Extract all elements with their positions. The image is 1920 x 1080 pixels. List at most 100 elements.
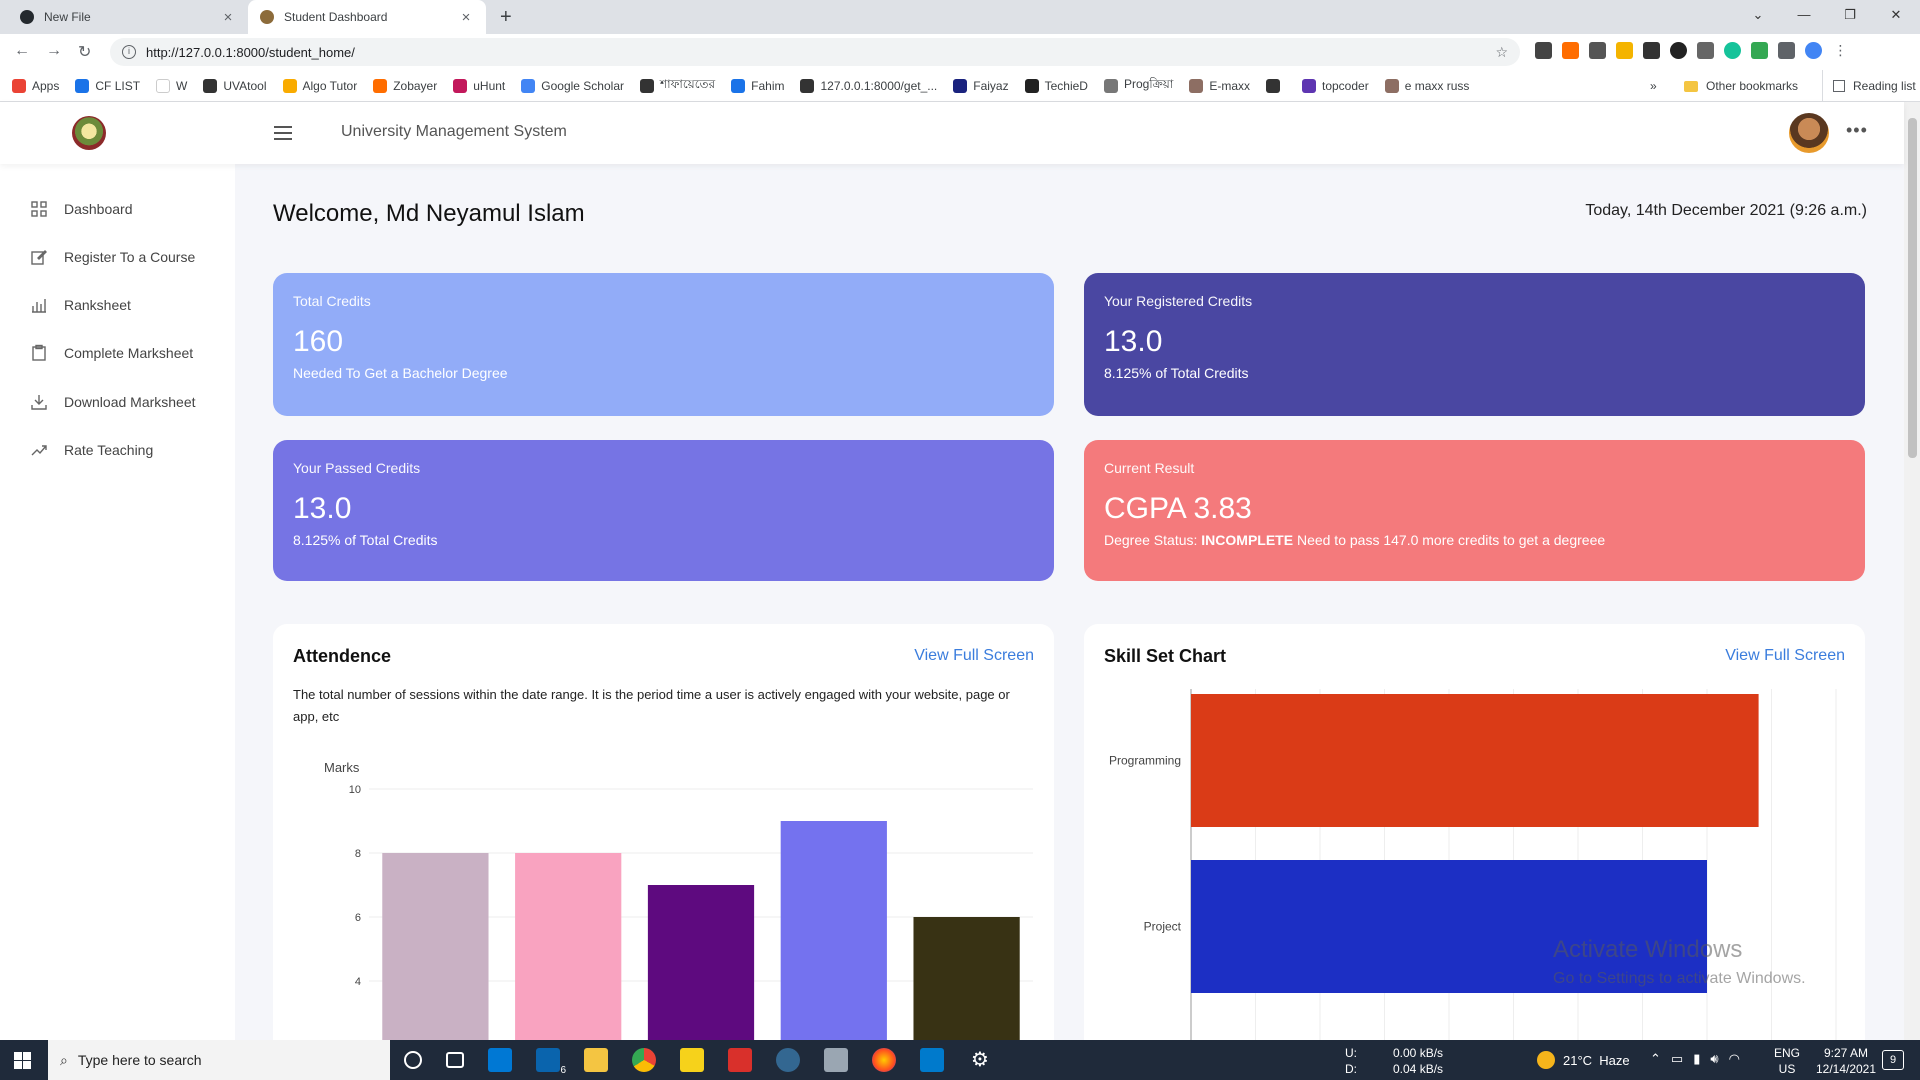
university-logo[interactable] bbox=[72, 116, 106, 150]
bookmark-item[interactable]: Google Scholar bbox=[521, 78, 624, 93]
bookmark-label[interactable]: UVAtool bbox=[223, 79, 266, 93]
bookmark-item[interactable]: Zobayer bbox=[373, 78, 437, 93]
clock-date[interactable]: 12/14/2021 bbox=[1810, 1061, 1882, 1077]
file-explorer-icon[interactable] bbox=[584, 1048, 608, 1072]
sidebar-item-download-marksheet[interactable]: Download Marksheet bbox=[30, 393, 196, 411]
window-close-button[interactable]: ✕ bbox=[1873, 0, 1919, 30]
notification-center-icon[interactable]: 9 bbox=[1882, 1050, 1904, 1070]
back-button[interactable]: ← bbox=[14, 42, 30, 60]
bookmark-item[interactable]: Algo Tutor bbox=[282, 78, 358, 93]
forward-button[interactable]: → bbox=[46, 42, 62, 60]
search-placeholder[interactable]: Type here to search bbox=[78, 1052, 202, 1068]
potplayer-icon[interactable] bbox=[680, 1048, 704, 1072]
bookmark-label[interactable]: W bbox=[176, 79, 187, 93]
extension-icon[interactable] bbox=[1697, 42, 1714, 59]
extension-icon[interactable] bbox=[1751, 42, 1768, 59]
bookmark-label[interactable]: শাফায়েতের bbox=[660, 76, 715, 96]
weather-widget[interactable]: 21°C Haze bbox=[1537, 1051, 1630, 1069]
chevron-up-icon[interactable]: ⌃ bbox=[1650, 1051, 1661, 1067]
task-view-icon[interactable] bbox=[446, 1052, 464, 1068]
network-icon[interactable]: ▭ bbox=[1671, 1051, 1683, 1067]
bookmark-label[interactable]: Zobayer bbox=[393, 79, 437, 93]
address-bar[interactable]: i http://127.0.0.1:8000/student_home/ ☆ bbox=[110, 38, 1520, 66]
weather-text[interactable]: 21°C Haze bbox=[1563, 1053, 1630, 1068]
bookmark-item[interactable]: W bbox=[156, 78, 187, 93]
other-bookmarks[interactable]: Other bookmarks bbox=[1684, 70, 1798, 102]
bookmark-item[interactable]: topcoder bbox=[1302, 78, 1369, 93]
mail-icon[interactable]: 6 bbox=[536, 1048, 566, 1076]
battery-icon[interactable]: ▮ bbox=[1693, 1051, 1700, 1067]
page-scrollbar[interactable] bbox=[1904, 102, 1920, 1040]
close-icon[interactable]: × bbox=[220, 9, 236, 26]
app-icon[interactable] bbox=[824, 1048, 848, 1072]
clock-time[interactable]: 9:27 AM bbox=[1810, 1045, 1882, 1061]
bookmark-item[interactable]: uHunt bbox=[453, 78, 505, 93]
wifi-icon[interactable]: ◠ bbox=[1729, 1051, 1740, 1067]
restore-button[interactable]: ❐ bbox=[1827, 0, 1873, 30]
other-bookmarks-label[interactable]: Other bookmarks bbox=[1706, 79, 1798, 93]
bookmark-label[interactable]: 127.0.0.1:8000/get_... bbox=[820, 79, 937, 93]
bookmark-label[interactable]: CF LIST bbox=[95, 79, 140, 93]
reload-button[interactable]: ↻ bbox=[78, 42, 91, 62]
sidebar-item-label[interactable]: Ranksheet bbox=[64, 297, 131, 313]
settings-gear-icon[interactable]: ⚙ bbox=[968, 1048, 992, 1072]
bookmark-item[interactable]: TechieD bbox=[1024, 78, 1088, 93]
extension-icon[interactable] bbox=[1643, 42, 1660, 59]
sidebar-item-ranksheet[interactable]: Ranksheet bbox=[30, 296, 131, 314]
puzzle-icon[interactable] bbox=[1778, 42, 1795, 59]
bookmark-label[interactable]: Faiyaz bbox=[973, 79, 1008, 93]
chevron-down-icon[interactable]: ⌄ bbox=[1735, 0, 1781, 30]
more-options-icon[interactable]: ••• bbox=[1846, 120, 1868, 141]
bookmark-label[interactable]: Progক্রিয়া bbox=[1124, 76, 1173, 96]
bookmark-item[interactable]: CF LIST bbox=[75, 78, 140, 93]
bookmark-item[interactable]: Progক্রিয়া bbox=[1103, 76, 1173, 96]
taskbar-search-input[interactable]: ⌕ Type here to search bbox=[48, 1040, 390, 1080]
sidebar-item-register-course[interactable]: Register To a Course bbox=[30, 248, 195, 266]
sidebar-item-dashboard[interactable]: Dashboard bbox=[30, 200, 133, 218]
clock[interactable]: 9:27 AM 12/14/2021 bbox=[1810, 1045, 1882, 1077]
menu-kebab-icon[interactable]: ⋮ bbox=[1832, 42, 1849, 59]
bookmark-item[interactable]: Faiyaz bbox=[953, 78, 1009, 93]
bookmark-item[interactable]: 127.0.0.1:8000/get_... bbox=[800, 78, 937, 93]
lang-code[interactable]: ENG bbox=[1774, 1045, 1800, 1061]
bookmark-label[interactable]: Algo Tutor bbox=[303, 79, 358, 93]
sidebar-item-label[interactable]: Download Marksheet bbox=[64, 394, 196, 410]
tab-new-file[interactable]: New File × bbox=[8, 0, 248, 34]
close-icon[interactable]: × bbox=[458, 9, 474, 26]
extension-icon[interactable] bbox=[1589, 42, 1606, 59]
windows-start-icon[interactable] bbox=[14, 1052, 31, 1069]
sidebar-item-label[interactable]: Dashboard bbox=[64, 201, 133, 217]
bookmark-label[interactable]: e maxx russ bbox=[1405, 79, 1470, 93]
bookmark-label[interactable]: Fahim bbox=[751, 79, 784, 93]
firefox-icon[interactable] bbox=[872, 1048, 896, 1072]
url-text[interactable]: http://127.0.0.1:8000/student_home/ bbox=[146, 45, 355, 60]
bookmark-item[interactable]: Fahim bbox=[731, 78, 784, 93]
hamburger-menu-icon[interactable] bbox=[274, 126, 292, 140]
bookmark-item[interactable]: e maxx russ bbox=[1384, 78, 1470, 93]
wps-office-icon[interactable] bbox=[728, 1048, 752, 1072]
minimize-button[interactable]: — bbox=[1781, 0, 1827, 30]
bookmarks-overflow-label[interactable]: » bbox=[1650, 79, 1657, 93]
extension-icon[interactable] bbox=[1562, 42, 1579, 59]
volume-icon[interactable]: 🔊︎ bbox=[1710, 1051, 1718, 1067]
store-icon[interactable] bbox=[488, 1048, 512, 1072]
tab-search-button[interactable]: ⌄ bbox=[1735, 0, 1781, 30]
extension-icon[interactable] bbox=[1616, 42, 1633, 59]
postgres-icon[interactable] bbox=[776, 1048, 800, 1072]
scrollbar-thumb[interactable] bbox=[1908, 118, 1917, 458]
user-avatar[interactable] bbox=[1789, 113, 1829, 153]
sidebar-item-label[interactable]: Complete Marksheet bbox=[64, 345, 193, 361]
sidebar-item-label[interactable]: Rate Teaching bbox=[64, 442, 153, 458]
reading-list[interactable]: Reading list bbox=[1822, 70, 1916, 102]
sidebar-item-rate-teaching[interactable]: Rate Teaching bbox=[30, 441, 153, 459]
bookmark-label[interactable]: Google Scholar bbox=[541, 79, 624, 93]
bookmark-label[interactable]: Apps bbox=[32, 79, 59, 93]
site-info-icon[interactable]: i bbox=[122, 45, 136, 59]
bookmark-label[interactable]: uHunt bbox=[473, 79, 505, 93]
bookmark-item[interactable]: E-maxx bbox=[1189, 78, 1250, 93]
language-indicator[interactable]: ENG US bbox=[1774, 1045, 1800, 1077]
bookmark-item[interactable]: Apps bbox=[12, 78, 59, 93]
bookmark-item[interactable]: শাফায়েতের bbox=[639, 76, 715, 96]
notification-count[interactable]: 9 bbox=[1890, 1054, 1896, 1066]
extension-icon[interactable] bbox=[1535, 42, 1552, 59]
